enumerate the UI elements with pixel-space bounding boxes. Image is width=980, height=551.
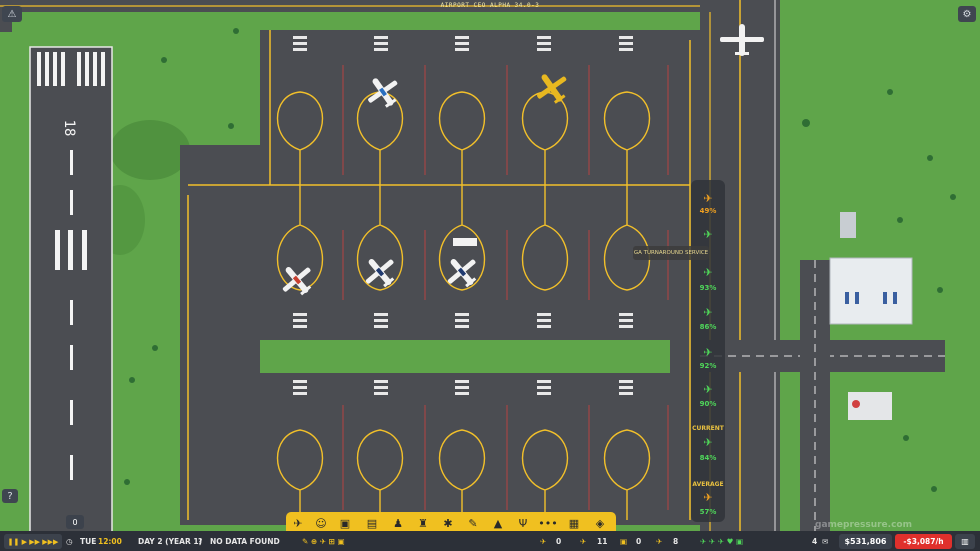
count-b: 11 [597,537,608,546]
airport-rating-panel[interactable]: ✈ 49% ✈ ✈ 93% ✈ 86% ✈ 92% ✈ 90% CURRENT … [691,180,725,522]
plane-icon: ✈ [703,192,713,205]
current-label: CURRENT [692,425,724,432]
runway-marking: 18 [61,120,77,137]
finance-chart-icon[interactable]: ▥ [955,534,975,549]
plane-icon: ✈ [703,228,713,241]
question-icon: ? [198,537,203,546]
rating-value: 92% [699,362,717,370]
rating-value: 49% [699,207,717,215]
food-icon[interactable]: Ψ [515,515,531,531]
wrench-icon[interactable]: ✎ [465,515,481,531]
terminal-building[interactable] [829,257,913,325]
plane-icon: ✈ [703,383,713,396]
day-label: TUE [80,537,97,546]
airport-title: AIRPORT CEO ALPHA 34.0-3 [440,2,540,9]
gate-icon: ✈ [656,537,663,546]
plane-icon: ✈ [703,436,713,449]
stand-icon: ▣ [620,537,628,546]
counter-left: 0 [66,515,84,529]
count-d: 8 [673,537,679,546]
bag-icon[interactable]: ▦ [566,515,582,531]
clock-icon: ◷ [66,537,73,546]
average-label: AVERAGE [692,481,724,488]
count-e: 4 [812,537,818,546]
security-icon[interactable]: ♜ [415,515,431,531]
runway-icon: ✈ [540,537,547,546]
cash-balance[interactable]: $531,806 [839,534,892,549]
gift-icon[interactable]: ◈ [592,515,608,531]
baggage-icon[interactable]: ✱ [440,515,456,531]
person-icon[interactable]: ☺ [313,515,329,531]
taxiway-icon[interactable]: ✈ [290,515,306,531]
status-label: NO DATA FOUND [210,537,280,546]
mail-icon[interactable]: ✉ [822,535,828,548]
hourly-income[interactable]: -$3,087/h [895,534,952,549]
airport-map[interactable]: 18 [0,0,980,551]
warning-icon[interactable]: ⚠ [2,6,22,22]
current-rating: 84% [699,454,717,462]
average-rating: 57% [699,508,717,516]
gear-icon[interactable]: ⚙ [958,6,976,22]
desk-icon[interactable]: ▤ [364,515,380,531]
rating-value: 93% [699,284,717,292]
more-icon[interactable]: ••• [538,515,557,531]
plane-icon: ✈ [703,346,713,359]
speed-controls[interactable]: ❚❚ ▶ ▶▶ ▶▶▶ [4,534,62,549]
plane-icon: ✈ [703,266,713,279]
flight-status-icons[interactable]: ✈ ✈ ✈ ♥ ▣ [700,535,743,548]
rating-value: 90% [699,400,717,408]
plane-icon: ✈ [703,306,713,319]
toolbar-icons-left[interactable]: ✎ ⊕ ✈ ⊞ ▣ [302,535,345,548]
small-building[interactable] [840,212,856,238]
service-vehicle[interactable] [453,238,477,246]
count-a: 0 [556,537,562,546]
bus-icon[interactable]: ▣ [337,515,353,531]
time-label: 12:00 [98,537,122,546]
plane-count-icon: ✈ [580,537,587,546]
date-label: DAY 2 (YEAR 1) [138,537,203,546]
tooltip: GA TURNAROUND SERVICE [633,246,709,260]
staff-icon[interactable]: ♟ [390,515,406,531]
rating-value: 86% [699,323,717,331]
shop-icon[interactable]: ▲ [490,515,506,531]
help-button[interactable]: ? [2,489,18,503]
count-c: 0 [636,537,642,546]
plane-icon: ✈ [703,491,713,504]
watermark: gamepressure.com [815,520,912,530]
